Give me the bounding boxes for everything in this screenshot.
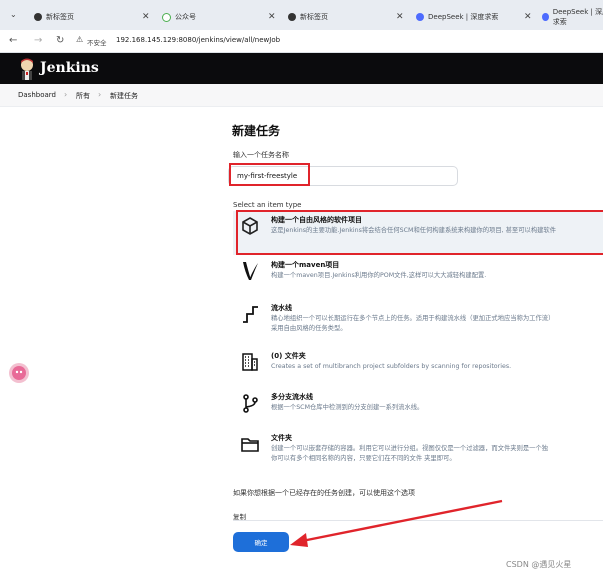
maven-feather-icon xyxy=(239,260,261,282)
close-icon[interactable]: ✕ xyxy=(524,12,532,22)
item-description: 创建一个可以嵌套存储的容器。利用它可以进行分组。视图仅仅是一个过滤器，而文件夹则… xyxy=(271,445,549,452)
annotation-highlight-box xyxy=(229,163,310,186)
browser-tab[interactable]: 公众号 ✕ xyxy=(162,6,280,28)
tab-title: DeepSeek | 深度求索 xyxy=(428,13,499,21)
item-title: 构建一个maven项目 xyxy=(271,261,340,269)
item-type-multibranch-pipeline[interactable]: 多分支流水线 根据一个SCM仓库中检测到的分支创建一系列流水线。 xyxy=(233,388,603,424)
annotation-arrow xyxy=(290,499,503,547)
deepseek-icon xyxy=(542,13,549,21)
reload-icon[interactable]: ↻ xyxy=(56,35,64,46)
chrome-icon xyxy=(288,13,296,21)
tab-title: 新标签页 xyxy=(300,13,328,21)
item-description: Creates a set of multibranch project sub… xyxy=(271,363,512,370)
browser-tab-strip: ⌄ 新标签页 ✕ 公众号 ✕ 新标签页 ✕ DeepSeek | 深度求索 ✕ … xyxy=(0,0,603,30)
page-title: 新建任务 xyxy=(232,124,281,138)
browser-tab[interactable]: DeepSeek | 深度求索 xyxy=(542,6,603,28)
watermark: CSDN @遇见火星 xyxy=(506,560,572,569)
item-type-folder[interactable]: 文件夹 创建一个可以嵌套存储的容器。利用它可以进行分组。视图仅仅是一个过滤器，而… xyxy=(233,429,603,469)
chrome-icon xyxy=(34,13,42,21)
item-name-label: 输入一个任务名称 xyxy=(233,151,289,159)
branch-icon xyxy=(239,392,261,414)
annotation-highlight-box xyxy=(236,210,603,255)
url-text[interactable]: 192.168.145.129:8080/jenkins/view/all/ne… xyxy=(116,36,280,44)
tab-title: 新标签页 xyxy=(46,13,74,21)
item-description: 你可以有多个相同名称的内容，只要它们在不同的文件 夹里即可。 xyxy=(271,455,456,462)
item-type-organization-folder[interactable]: (0) 文件夹 Creates a set of multibranch pro… xyxy=(233,347,603,383)
close-icon[interactable]: ✕ xyxy=(268,12,276,22)
folder-icon xyxy=(239,433,261,455)
breadcrumb-dashboard[interactable]: Dashboard xyxy=(18,91,56,99)
close-icon[interactable]: ✕ xyxy=(142,12,150,22)
floating-assistant-icon[interactable] xyxy=(9,363,29,383)
breadcrumb-new-item[interactable]: 新建任务 xyxy=(110,91,138,101)
item-title: 多分支流水线 xyxy=(271,393,313,401)
warning-icon[interactable]: ⚠ xyxy=(76,35,83,44)
item-title: (0) 文件夹 xyxy=(271,352,306,360)
back-arrow-icon[interactable]: ← xyxy=(9,35,17,46)
cloud-icon xyxy=(162,12,171,22)
item-type-maven[interactable]: 构建一个maven项目 构建一个maven项目.Jenkins利用你的POM文件… xyxy=(233,256,603,298)
jenkins-butler-logo-icon[interactable] xyxy=(18,58,36,80)
chevron-right-icon: › xyxy=(64,90,68,99)
item-description: 采用自由风格的任务类型。 xyxy=(271,325,347,332)
breadcrumb: Dashboard › 所有 › 新建任务 xyxy=(0,84,603,107)
tab-list-chevron-icon[interactable]: ⌄ xyxy=(10,10,17,19)
address-bar: ← → ↻ ⚠ 不安全 192.168.145.129:8080/jenkins… xyxy=(0,30,603,53)
forward-arrow-icon[interactable]: → xyxy=(34,35,42,46)
deepseek-icon xyxy=(416,13,424,21)
close-icon[interactable]: ✕ xyxy=(396,12,404,22)
breadcrumb-all[interactable]: 所有 xyxy=(76,91,90,101)
organization-folder-icon xyxy=(239,351,261,373)
item-description: 根据一个SCM仓库中检测到的分支创建一系列流水线。 xyxy=(271,404,424,411)
item-description: 精心地组织一个可以长期运行在多个节点上的任务。适用于构建流水线（更加正式地应当称… xyxy=(271,315,555,322)
jenkins-logo-text[interactable]: Jenkins xyxy=(40,60,99,76)
item-title: 流水线 xyxy=(271,304,292,312)
chevron-right-icon: › xyxy=(98,90,102,99)
browser-tab[interactable]: 新标签页 ✕ xyxy=(288,6,408,28)
pipeline-icon xyxy=(239,303,261,325)
jenkins-header: Jenkins xyxy=(0,53,603,84)
tab-title: DeepSeek | 深度求索 xyxy=(552,8,603,26)
item-type-pipeline[interactable]: 流水线 精心地组织一个可以长期运行在多个节点上的任务。适用于构建流水线（更加正式… xyxy=(233,299,603,343)
item-description: 构建一个maven项目.Jenkins利用你的POM文件,这样可以大大减轻构建配… xyxy=(271,272,487,279)
tab-title: 公众号 xyxy=(175,13,196,21)
browser-tab[interactable]: 新标签页 ✕ xyxy=(34,6,154,28)
item-type-label: Select an item type xyxy=(233,201,302,209)
browser-tab[interactable]: DeepSeek | 深度求索 ✕ xyxy=(416,6,540,28)
item-title: 文件夹 xyxy=(271,434,292,442)
security-label[interactable]: 不安全 xyxy=(87,37,107,47)
